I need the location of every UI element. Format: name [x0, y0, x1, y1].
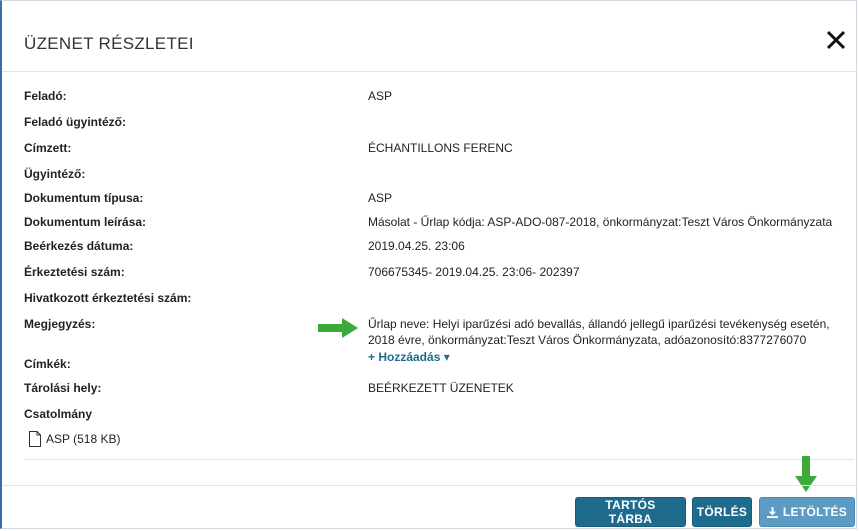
archive-button[interactable]: TARTÓS TÁRBA: [575, 497, 686, 527]
label-recipient: Címzett:: [24, 141, 72, 155]
label-sender: Feladó:: [24, 89, 67, 103]
value-storage-location: BEÉRKEZETT ÜZENETEK: [368, 381, 514, 395]
label-registration-number: Érkeztetési szám:: [24, 265, 125, 279]
label-document-type: Dokumentum típusa:: [24, 191, 144, 205]
value-registration-number: 706675345- 2019.04.25. 23:06- 202397: [368, 265, 580, 279]
value-arrival-date: 2019.04.25. 23:06: [368, 239, 465, 253]
label-storage-location: Tárolási hely:: [24, 381, 102, 395]
dialog-header: ÜZENET RÉSZLETEI: [2, 1, 857, 72]
download-button-label: LETÖLTÉS: [782, 505, 848, 519]
label-sender-administrator: Feladó ügyintéző:: [24, 115, 126, 129]
attachment-item[interactable]: ASP (518 KB): [28, 431, 120, 447]
label-administrator: Ügyintéző:: [24, 167, 86, 181]
file-icon: [29, 431, 41, 447]
value-document-description: Másolat - Űrlap kódja: ASP-ADO-087-2018,…: [368, 215, 833, 229]
divider: [24, 459, 854, 460]
value-recipient: ÉCHANTILLONS FERENC: [368, 141, 513, 155]
label-document-description: Dokumentum leírása:: [24, 215, 147, 229]
close-button[interactable]: [823, 27, 849, 53]
close-icon: [826, 30, 846, 50]
value-document-type: ASP: [368, 191, 393, 205]
delete-button[interactable]: TÖRLÉS: [692, 497, 752, 527]
value-note: Űrlap neve: Helyi iparűzési adó bevallás…: [368, 317, 830, 347]
label-referenced-registration-number: Hivatkozott érkeztetési szám:: [24, 291, 192, 305]
label-attachment: Csatolmány: [24, 407, 93, 421]
annotation-arrow-right-icon: [318, 318, 358, 338]
download-button[interactable]: LETÖLTÉS: [759, 497, 855, 527]
label-note: Megjegyzés:: [24, 317, 96, 331]
label-arrival-date: Beérkezés dátuma:: [24, 239, 134, 253]
label-tags: Címkék:: [24, 357, 71, 371]
download-icon: [766, 506, 778, 518]
dialog-title: ÜZENET RÉSZLETEI: [24, 34, 194, 53]
message-details-dialog: ÜZENET RÉSZLETEI Feladó: ASP Feladó ügyi…: [0, 0, 857, 529]
value-sender: ASP: [368, 89, 393, 103]
attachment-name: ASP (518 KB): [46, 432, 121, 446]
add-tag-link[interactable]: + Hozzáadás ▾: [368, 350, 450, 364]
